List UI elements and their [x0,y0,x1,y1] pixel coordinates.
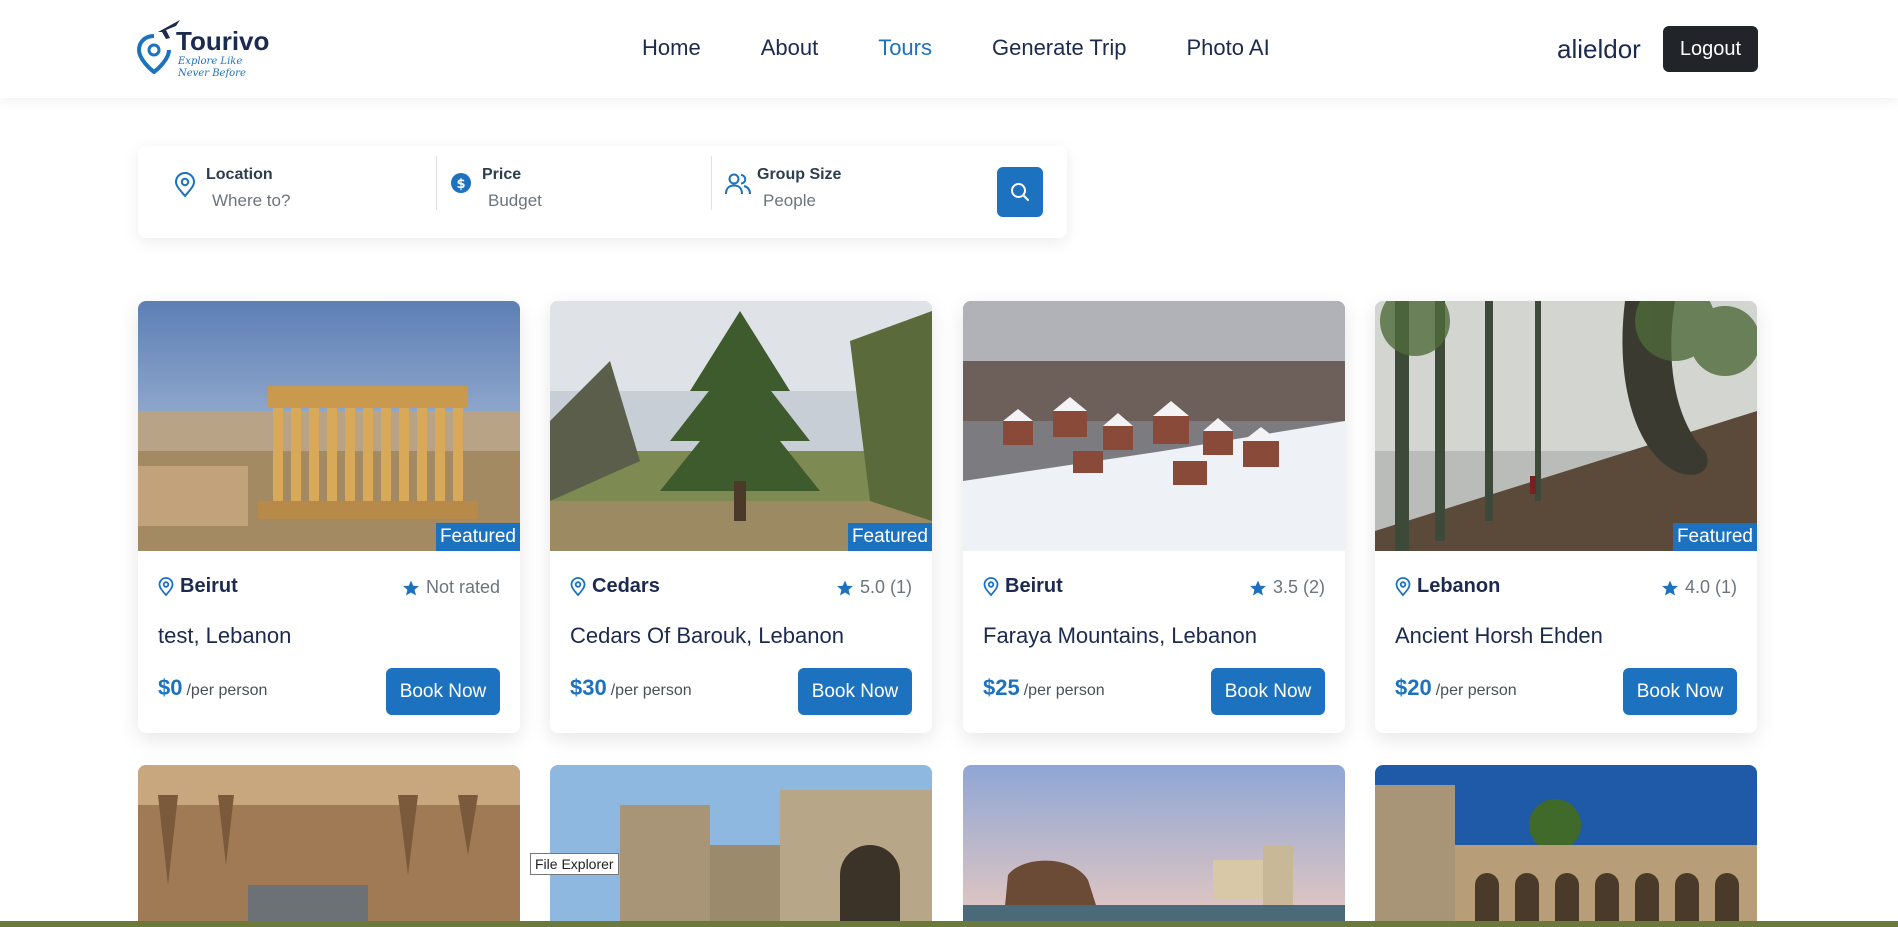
username: alieldor [1557,34,1641,64]
tour-card: Featured Lebanon 4.0 (1) Ancient Horsh E… [1375,301,1757,733]
tour-rating-value: Not rated [425,577,500,597]
tour-rating-value: 4.0 (1) [1684,577,1737,597]
map-pin-icon [1395,576,1411,596]
map-pin-icon [174,172,196,198]
tour-location-label: Cedars [592,575,660,597]
search-divider [436,156,437,210]
star-icon [837,580,853,595]
location-label: Location [206,166,273,183]
tour-location: Cedars [570,575,660,598]
budget-input[interactable] [488,191,688,211]
tour-rating: 3.5 (2) [1249,577,1325,598]
nav-generate-trip[interactable]: Generate Trip [992,35,1127,61]
nav-about[interactable]: About [761,35,819,61]
tour-location-label: Beirut [1005,575,1063,597]
tour-image-grotto[interactable] [138,765,520,927]
map-pin-icon [158,576,174,596]
site-header: Tourivo Explore Like Never Before Home A… [0,0,1898,98]
tour-title[interactable]: Faraya Mountains, Lebanon [983,623,1257,649]
tour-image-castle[interactable] [550,765,932,927]
brand-tagline: Explore Like Never Before [178,56,246,79]
star-icon [403,580,419,595]
tour-rating: Not rated [402,577,500,598]
tour-image-palace[interactable] [1375,765,1757,927]
tour-card: Featured Cedars 5.0 (1) Cedars Of Barouk… [550,301,932,733]
location-input[interactable] [212,191,412,211]
tour-location: Beirut [983,575,1063,598]
search-icon [1011,183,1029,201]
featured-badge: Featured [847,523,932,551]
tour-location-label: Beirut [180,575,238,597]
tour-rating-value: 5.0 (1) [859,577,912,597]
tour-rating: 5.0 (1) [836,577,912,598]
tour-image-cedar-tree[interactable] [550,301,932,551]
star-icon [1250,580,1266,595]
taskbar-edge [0,921,1898,927]
map-pin-icon [570,576,586,596]
tour-title[interactable]: Cedars Of Barouk, Lebanon [570,623,844,649]
map-pin-icon [983,576,999,596]
tour-location: Beirut [158,575,238,598]
main-nav: Home About Tours Generate Trip Photo AI [642,35,1330,61]
group-size-label: Group Size [757,166,842,183]
tour-image-temple[interactable] [138,301,520,551]
tour-card: Featured Beirut Not rated test, Lebanon … [138,301,520,733]
featured-badge: Featured [435,523,520,551]
dollar-circle-icon: $ [451,173,471,193]
tour-search-bar: Location $ Price Group Size [138,146,1067,238]
tour-rating: 4.0 (1) [1661,577,1737,598]
tour-rating-value: 3.5 (2) [1272,577,1325,597]
tour-price-unit: /per person [1435,682,1517,699]
tour-price-unit: /per person [186,682,268,699]
people-input[interactable] [763,191,963,211]
tour-price: $20/per person [1395,675,1517,701]
logout-button[interactable]: Logout [1663,26,1758,72]
brand-logo[interactable]: Tourivo Explore Like Never Before [136,12,276,84]
star-icon [1662,580,1678,595]
book-now-button[interactable]: Book Now [1623,668,1737,715]
file-explorer-tooltip: File Explorer [530,853,619,875]
tour-title[interactable]: Ancient Horsh Ehden [1395,623,1603,649]
tour-title[interactable]: test, Lebanon [158,623,291,649]
tour-price-value: $25 [983,675,1020,700]
location-plane-icon [136,20,180,74]
tour-price: $0/per person [158,675,267,701]
nav-home[interactable]: Home [642,35,701,61]
book-now-button[interactable]: Book Now [386,668,500,715]
tour-price-unit: /per person [1023,682,1105,699]
price-label: Price [482,166,522,183]
tour-price-value: $30 [570,675,607,700]
featured-badge: Featured [1672,523,1757,551]
brand-name: Tourivo [176,26,270,56]
tour-price-value: $0 [158,675,183,700]
search-divider [711,156,712,210]
tour-price: $25/per person [983,675,1105,701]
tour-price: $30/per person [570,675,692,701]
search-button[interactable] [997,167,1043,217]
book-now-button[interactable]: Book Now [1211,668,1325,715]
nav-photo-ai[interactable]: Photo AI [1187,35,1270,61]
tour-location: Lebanon [1395,575,1500,598]
tour-image-snow-village[interactable] [963,301,1345,551]
tour-price-value: $20 [1395,675,1432,700]
nav-tours[interactable]: Tours [878,35,932,61]
people-icon [725,173,751,195]
tour-image-pigeon-rocks[interactable] [963,765,1345,927]
tour-card: Beirut 3.5 (2) Faraya Mountains, Lebanon… [963,301,1345,733]
book-now-button[interactable]: Book Now [798,668,912,715]
tour-image-misty-forest[interactable] [1375,301,1757,551]
svg-text:$: $ [456,177,465,192]
tour-price-unit: /per person [610,682,692,699]
tour-location-label: Lebanon [1417,575,1501,597]
